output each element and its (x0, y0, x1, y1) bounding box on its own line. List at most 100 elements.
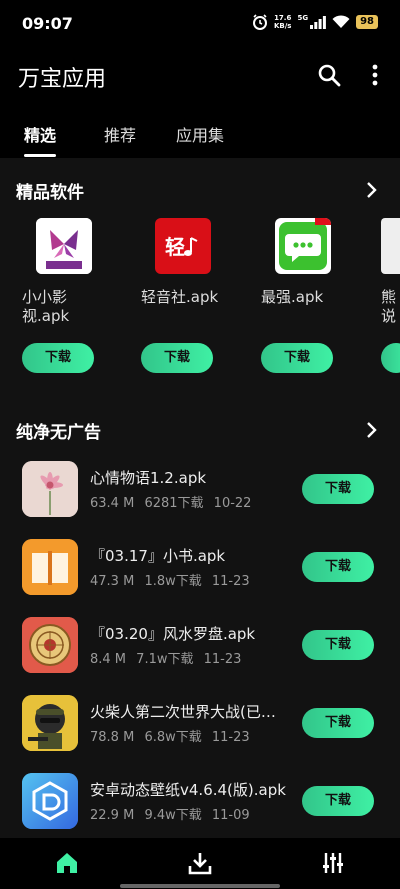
app-downloads: 1.8w下载 (144, 574, 202, 589)
featured-app-name: 熊 说 (381, 288, 400, 326)
app-name-line: 熊 (381, 288, 397, 306)
signal-type: 5G (297, 14, 309, 22)
list-item[interactable]: 『03.20』风水罗盘.apk 8.4 M 7.1w下载 11-23 下载 (0, 617, 400, 695)
download-button[interactable]: 下载 (261, 343, 333, 373)
app-name-line: 视.apk (22, 307, 70, 325)
download-icon[interactable] (187, 850, 213, 876)
app-icon-fengshui (22, 617, 78, 673)
featured-app-name: 最强.apk (261, 288, 361, 307)
app-date: 11-09 (211, 808, 250, 823)
app-date: 11-23 (211, 730, 250, 745)
tab-featured[interactable]: 精选 (24, 122, 56, 146)
app-icon-xinqing (22, 461, 78, 517)
butterfly-logo-icon (36, 218, 92, 274)
app-name: 火柴人第二次世界大战(已… (90, 703, 276, 721)
app-downloads: 7.1w下载 (136, 652, 194, 667)
download-button[interactable]: 下载 (302, 474, 374, 504)
status-time: 09:07 (22, 14, 73, 33)
featured-app-name: 轻音社.apk (141, 288, 241, 307)
app-meta: 8.4 M 7.1w下载 11-23 (90, 648, 247, 667)
app-name-line: 轻音社.apk (141, 288, 219, 306)
app-meta: 22.9 M 9.4w下载 11-09 (90, 804, 256, 823)
app-icon-zuiqiang (275, 218, 331, 274)
app-downloads: 6281下载 (144, 496, 204, 511)
app-date: 10-22 (213, 496, 252, 511)
more-vert-icon[interactable] (364, 62, 386, 88)
app-icon-xiaoxiao (36, 218, 92, 274)
tab-recommended[interactable]: 推荐 (104, 122, 136, 146)
app-icon-xiaoshu (22, 539, 78, 595)
flower-icon (22, 461, 78, 517)
download-button[interactable] (381, 343, 400, 373)
app-name-line: 说 (381, 307, 397, 325)
tab-app-collections[interactable]: 应用集 (176, 122, 224, 146)
net-speed: 17.6 KB/s (274, 14, 291, 30)
app-name: 心情物语1.2.apk (90, 469, 207, 487)
featured-section-header: 精品软件 (0, 176, 400, 206)
book-icon (22, 539, 78, 595)
app-downloads: 6.8w下载 (144, 730, 202, 745)
app-icon-qingyinshe: 轻 (155, 218, 211, 274)
chevron-right-icon[interactable] (364, 181, 378, 199)
adfree-section-header: 纯净无广告 (0, 416, 400, 446)
app-size: 47.3 M (90, 574, 135, 589)
download-button[interactable]: 下载 (22, 343, 94, 373)
net-speed-unit: KB/s (273, 22, 292, 30)
featured-app-card[interactable]: 熊 说 (381, 218, 400, 418)
home-indicator (120, 884, 280, 888)
app-date: 11-23 (203, 652, 242, 667)
app-size: 22.9 M (90, 808, 135, 823)
app-icon-partial (381, 218, 400, 274)
app-header: 万宝应用 (0, 50, 400, 100)
app-name-line: 最强.apk (261, 288, 324, 306)
list-item[interactable]: 心情物语1.2.apk 63.4 M 6281下载 10-22 下载 (0, 461, 400, 539)
tab-bar: 精选 推荐 应用集 (0, 118, 400, 158)
download-button[interactable]: 下载 (302, 786, 374, 816)
net-speed-value: 17.6 (274, 14, 292, 22)
soldier-icon (22, 695, 78, 751)
home-icon[interactable] (54, 850, 80, 876)
app-downloads: 9.4w下载 (144, 808, 202, 823)
featured-app-name: 小小影 视.apk (22, 288, 122, 326)
download-button[interactable]: 下载 (141, 343, 213, 373)
tab-active-indicator (24, 154, 56, 157)
list-item[interactable]: 火柴人第二次世界大战(已… 78.8 M 6.8w下载 11-23 下载 (0, 695, 400, 773)
list-item[interactable]: 『03.17』小书.apk 47.3 M 1.8w下载 11-23 下载 (0, 539, 400, 617)
cell-signal-icon (310, 15, 326, 29)
app-name: 『03.17』小书.apk (90, 547, 226, 565)
app-name: 『03.20』风水罗盘.apk (90, 625, 256, 643)
chat-bubble-logo-icon (279, 218, 331, 270)
battery-indicator: 98 (356, 15, 378, 29)
music-note-logo-icon: 轻 (165, 235, 198, 259)
status-bar: 09:07 17.6 KB/s 5G 98 (0, 0, 400, 48)
app-title: 万宝应用 (18, 67, 107, 92)
icon-text: 轻 (165, 235, 185, 259)
app-icon-wallpaper (22, 773, 78, 829)
main-content[interactable]: 精品软件 小小影 视.apk 下载 轻 轻音社.apk 下载 最强.apk 下载… (0, 158, 400, 838)
chevron-right-icon[interactable] (364, 421, 378, 439)
list-item[interactable]: 安卓动态壁纸v4.6.4(版).apk 22.9 M 9.4w下载 11-09 … (0, 773, 400, 838)
wallpaper-logo-icon (22, 773, 78, 829)
app-icon-stickman (22, 695, 78, 751)
adfree-section-title: 纯净无广告 (16, 423, 101, 443)
download-button[interactable]: 下载 (302, 630, 374, 660)
download-button[interactable]: 下载 (302, 552, 374, 582)
app-name-line: 小小影 (22, 288, 68, 306)
settings-sliders-icon[interactable] (320, 850, 346, 876)
download-button[interactable]: 下载 (302, 708, 374, 738)
status-icons: 17.6 KB/s 5G 98 (252, 14, 378, 30)
featured-section-title: 精品软件 (16, 183, 84, 203)
compass-icon (22, 617, 78, 673)
app-date: 11-23 (211, 574, 250, 589)
search-icon[interactable] (316, 62, 342, 88)
app-size: 78.8 M (90, 730, 135, 745)
app-size: 8.4 M (90, 652, 127, 667)
app-name: 安卓动态壁纸v4.6.4(版).apk (90, 781, 286, 799)
wifi-icon (332, 15, 350, 28)
app-size: 63.4 M (90, 496, 135, 511)
alarm-icon (252, 14, 267, 30)
app-meta: 78.8 M 6.8w下载 11-23 (90, 726, 256, 745)
app-meta: 63.4 M 6281下载 10-22 (90, 492, 257, 511)
bottom-nav (0, 838, 400, 889)
app-meta: 47.3 M 1.8w下载 11-23 (90, 570, 256, 589)
